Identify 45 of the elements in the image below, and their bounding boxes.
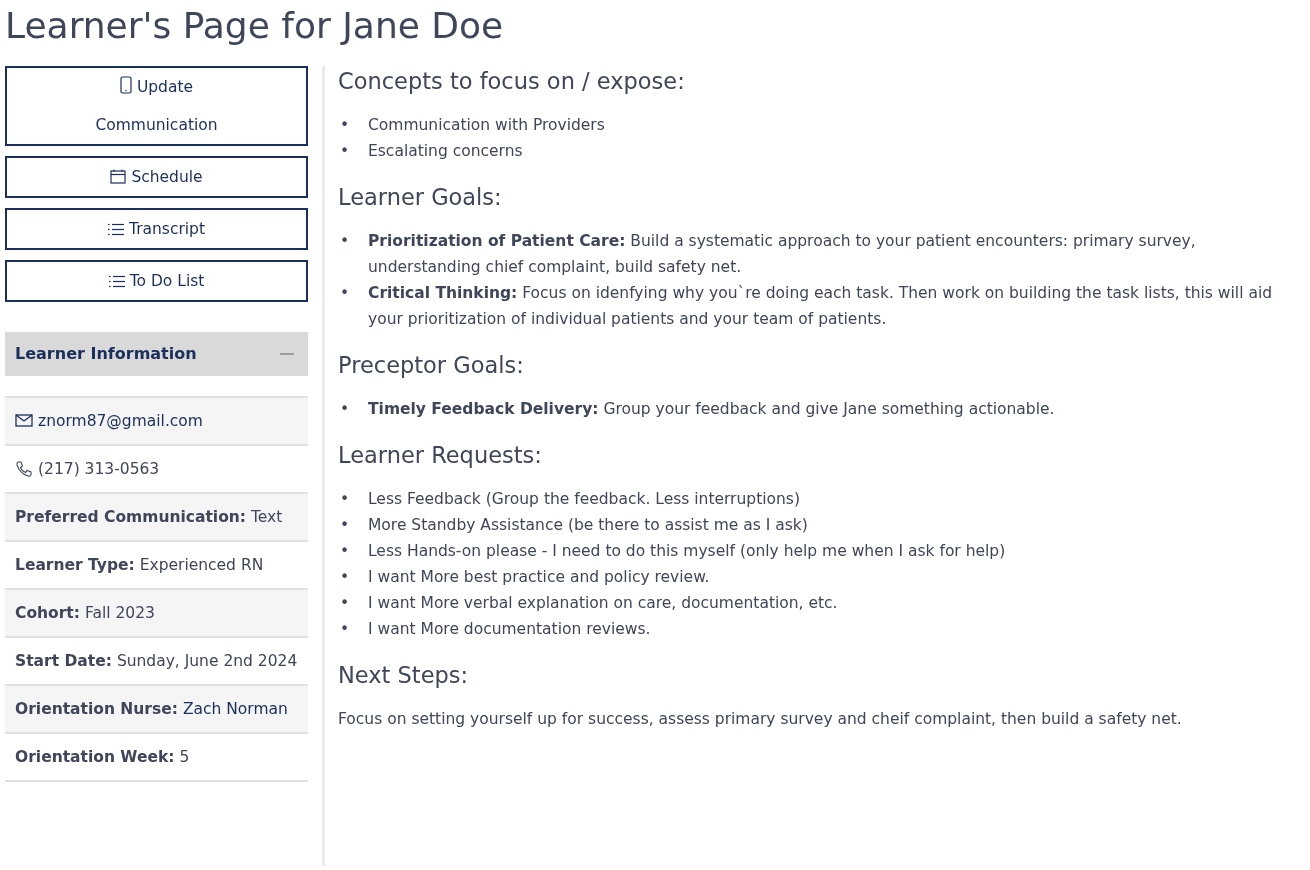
accordion-header[interactable]: Learner Information [5,331,308,376]
section-heading: Next Steps: [338,661,470,688]
bullet-marker: • [339,540,351,562]
phone-number: (217) 313-0563 [38,458,160,480]
bullet-item: Prioritization of Patient Care: Build a systematic approach to your patient encounters: primary survey, understanding chief complaint, build safety net. [368,230,1197,278]
bullet-marker: • [339,282,351,304]
action-button[interactable]: Schedule [5,155,308,198]
bullet-marker: • [339,140,351,162]
bullet-item: Less Feedback (Group the feedback. Less interruptions) [368,488,800,510]
calendar-icon [110,168,127,184]
bullet-item: Communication with Providers [368,114,605,136]
bullet-marker: • [339,592,351,614]
info-field: Learner Type: Experienced RN [15,551,298,578]
bullet-marker: • [339,566,351,588]
bullet-item: I want More best practice and policy review. [368,566,710,588]
envelope-icon [15,414,33,428]
bullet-item: Critical Thinking: Focus on idenfying why you`re doing each task. Then work on building the task lists, this will aid your prioritization of individual patients and your team of patients. [368,282,1274,330]
bullet-marker: • [339,398,351,420]
bullet-item: I want More verbal explanation on care, documentation, etc. [368,592,838,614]
bullet-item: Less Hands-on please - I need to do this myself (only help me when I ask for help) [368,540,1006,562]
section-heading: Learner Requests: [338,441,543,468]
bullet-item: I want More documentation reviews. [368,618,651,640]
action-button[interactable]: Transcript [5,207,308,250]
bullet-marker: • [339,114,351,136]
info-field: Start Date: Sunday, June 2nd 2024 [15,647,298,674]
bullet-marker: • [339,514,351,536]
section-heading: Preceptor Goals: [338,351,525,378]
paragraph: Focus on setting yourself up for success, assess primary survey and cheif complaint, then build a safety net. [338,708,1183,730]
accordion-title: Learner Information [15,344,197,364]
bullet-marker: • [339,618,351,640]
bullet-item: Escalating concerns [368,140,523,162]
bullet-marker: • [339,230,351,252]
section-heading: Concepts to focus on / expose: [338,67,686,94]
phone-icon [15,459,33,478]
bullet-item: More Standby Assistance (be there to assist me as I ask) [368,514,808,536]
mobile-phone-icon [119,75,132,94]
page-title: Learner's Page for Jane Doe [5,6,505,46]
bullet-item: Timely Feedback Delivery: Group your feedback and give Jane something actionable. [368,398,1055,420]
list-icon [108,274,125,288]
action-button[interactable]: To Do List [5,259,308,302]
info-field: Orientation Week: 5 [15,743,298,770]
action-button[interactable]: Update Communication [5,65,308,146]
section-heading: Learner Goals: [338,183,503,210]
bullet-marker: • [339,488,351,510]
list-icon [107,222,124,236]
